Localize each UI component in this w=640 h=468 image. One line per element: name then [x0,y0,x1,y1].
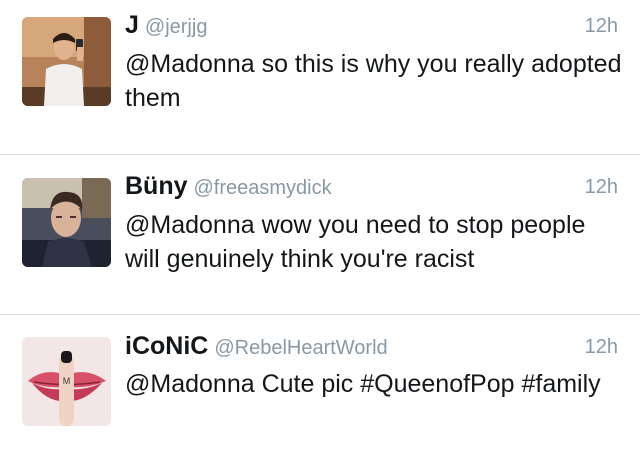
timestamp: 12h [584,176,618,198]
tweet-text: @Madonna so this is why you really adopt… [125,50,622,112]
username[interactable]: @freeasmydick [194,177,332,199]
tweet-item[interactable]: J @jerjjg 12h @Madonna so this is why you… [0,0,640,155]
tweet-header: iCoNiC @RebelHeartWorld 12h [125,332,618,366]
display-name[interactable]: J [125,11,139,39]
tweet-header: Büny @freeasmydick 12h [125,172,618,206]
display-name[interactable]: Büny [125,172,188,200]
username[interactable]: @RebelHeartWorld [214,337,387,359]
avatar[interactable] [22,178,111,267]
profile-photo-lips-finger-icon: M [22,337,111,426]
tweet-text: @Madonna wow you need to stop people wil… [125,211,586,273]
tweet-item[interactable]: M iCoNiC @RebelHeartWorld 12h @Madonna Cu… [0,315,640,468]
avatar[interactable]: M [22,337,111,426]
tweet-item[interactable]: Büny @freeasmydick 12h @Madonna wow you n… [0,155,640,315]
username[interactable]: @jerjjg [145,16,208,38]
tweet-text: @Madonna Cute pic #QueenofPop #family [125,370,601,398]
timestamp: 12h [584,336,618,358]
profile-photo-portrait-icon [22,178,111,267]
svg-text:M: M [63,376,71,386]
tweet-header: J @jerjjg 12h [125,11,618,45]
display-name[interactable]: iCoNiC [125,332,208,360]
profile-photo-selfie-icon [22,17,111,106]
avatar[interactable] [22,17,111,106]
timestamp: 12h [584,15,618,37]
tweet-feed: J @jerjjg 12h @Madonna so this is why you… [0,0,640,468]
